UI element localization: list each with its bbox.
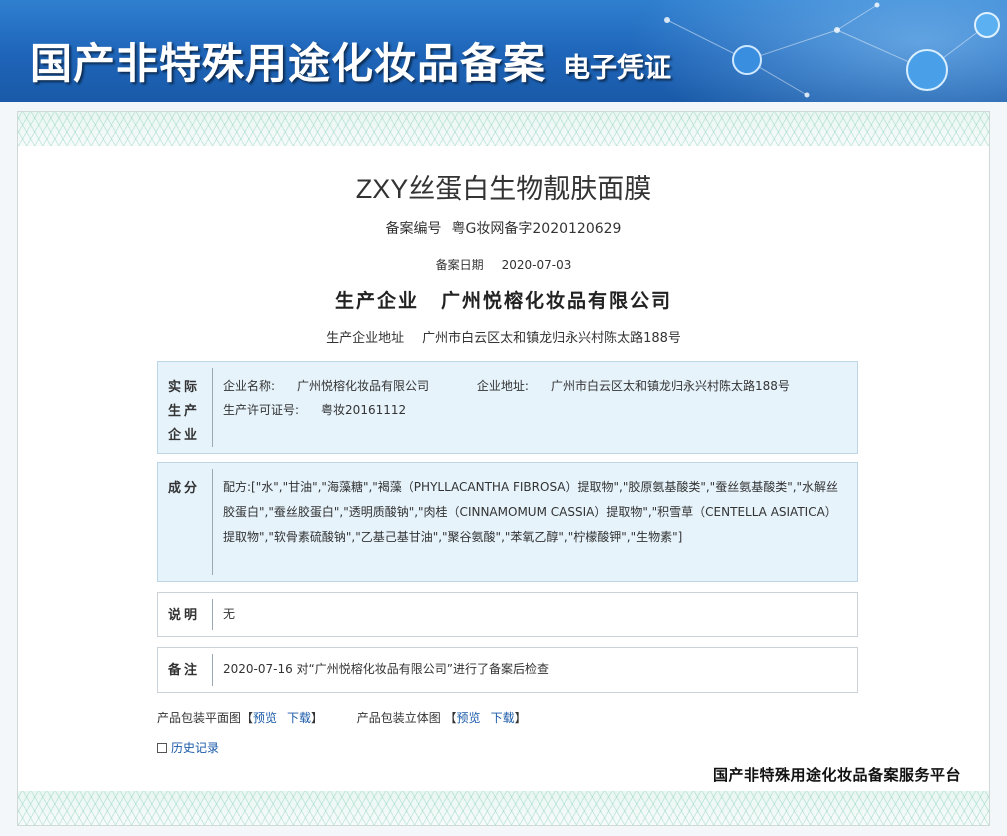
description-section: 说明 无 bbox=[157, 592, 858, 637]
ingredients-text: 配方:["水","甘油","海藻糖","褐藻（PHYLLACANTHA FIBR… bbox=[223, 480, 839, 544]
flat-package-label: 产品包装平面图【 bbox=[157, 711, 254, 725]
solid-package-label: 产品包装立体图 【 bbox=[356, 711, 457, 725]
product-name: ZXY丝蛋白生物靓肤面膜 bbox=[355, 174, 652, 204]
record-date-label: 备案日期 bbox=[435, 258, 484, 272]
producer-value: 广州悦榕化妆品有限公司 bbox=[441, 290, 673, 312]
packaging-links: 产品包装平面图【预览 下载】 产品包装立体图 【预览 下载】 bbox=[157, 709, 527, 726]
description-heading: 说明 bbox=[158, 599, 213, 630]
actual-producer-address-label: 企业地址: bbox=[476, 379, 529, 393]
header-banner: 国产非特殊用途化妆品备案 电子凭证 bbox=[0, 0, 1007, 102]
flat-download-link[interactable]: 下载 bbox=[287, 711, 311, 725]
guilloche-border-bottom bbox=[18, 791, 989, 825]
certificate-panel: ZXY丝蛋白生物靓肤面膜 备案编号 粤G妆网备字2020120629 备案日期 20… bbox=[17, 111, 990, 826]
record-date-value: 2020-07-03 bbox=[501, 258, 572, 272]
actual-producer-heading: 实际生产企业 bbox=[158, 368, 213, 447]
actual-producer-name-label: 企业名称: bbox=[223, 379, 276, 393]
ingredients-heading: 成分 bbox=[158, 469, 213, 575]
producer-address-label: 生产企业地址 bbox=[326, 331, 405, 346]
actual-producer-body: 企业名称: 广州悦榕化妆品有限公司 企业地址: 广州市白云区太和镇龙归永兴村陈太路1… bbox=[213, 362, 857, 453]
record-number-line: 备案编号 粤G妆网备字2020120629 bbox=[18, 218, 989, 238]
record-date-line: 备案日期 2020-07-03 bbox=[18, 256, 989, 273]
producer-line: 生产企业 广州悦榕化妆品有限公司 bbox=[18, 286, 989, 313]
guilloche-border-top bbox=[18, 112, 989, 146]
actual-producer-license-label: 生产许可证号: bbox=[223, 403, 300, 417]
note-section: 备注 2020-07-16 对“广州悦榕化妆品有限公司”进行了备案后检查 bbox=[157, 647, 858, 693]
producer-address-value: 广州市白云区太和镇龙归永兴村陈太路188号 bbox=[422, 331, 681, 346]
history-link-row: 历史记录 bbox=[157, 739, 219, 756]
note-heading: 备注 bbox=[158, 654, 213, 686]
flat-preview-link[interactable]: 预览 bbox=[253, 711, 277, 725]
actual-producer-name: 企业名称: 广州悦榕化妆品有限公司 bbox=[223, 379, 451, 393]
actual-producer-name-value: 广州悦榕化妆品有限公司 bbox=[297, 379, 430, 393]
molecule-network-graphic bbox=[664, 2, 1000, 98]
banner-subtitle: 电子凭证 bbox=[563, 53, 671, 84]
record-number-value: 粤G妆网备字2020120629 bbox=[451, 221, 622, 237]
flat-close-bracket: 】 bbox=[311, 711, 324, 725]
solid-close-bracket: 】 bbox=[514, 711, 527, 725]
banner-title: 国产非特殊用途化妆品备案 bbox=[30, 39, 547, 88]
actual-producer-address-value: 广州市白云区太和镇龙归永兴村陈太路188号 bbox=[550, 379, 790, 393]
external-window-icon bbox=[157, 743, 167, 753]
actual-producer-license-value: 粤妆20161112 bbox=[321, 403, 407, 417]
actual-producer-section: 实际生产企业 企业名称: 广州悦榕化妆品有限公司 企业地址: 广州市白云区太和镇龙归… bbox=[157, 361, 858, 454]
ingredients-section: 成分 配方:["水","甘油","海藻糖","褐藻（PHYLLACANTHA F… bbox=[157, 462, 858, 582]
producer-label: 生产企业 bbox=[334, 290, 419, 312]
record-number-label: 备案编号 bbox=[385, 221, 442, 237]
solid-preview-link[interactable]: 预览 bbox=[457, 711, 481, 725]
actual-producer-license: 生产许可证号: 粤妆20161112 bbox=[223, 403, 428, 417]
platform-name: 国产非特殊用途化妆品备案服务平台 bbox=[712, 766, 961, 784]
history-link[interactable]: 历史记录 bbox=[171, 741, 219, 755]
actual-producer-address: 企业地址: 广州市白云区太和镇龙归永兴村陈太路188号 bbox=[477, 379, 812, 393]
note-text: 2020-07-16 对“广州悦榕化妆品有限公司”进行了备案后检查 bbox=[223, 662, 549, 676]
description-text: 无 bbox=[223, 607, 236, 621]
solid-download-link[interactable]: 下载 bbox=[491, 711, 515, 725]
producer-address-line: 生产企业地址 广州市白云区太和镇龙归永兴村陈太路188号 bbox=[18, 327, 989, 346]
